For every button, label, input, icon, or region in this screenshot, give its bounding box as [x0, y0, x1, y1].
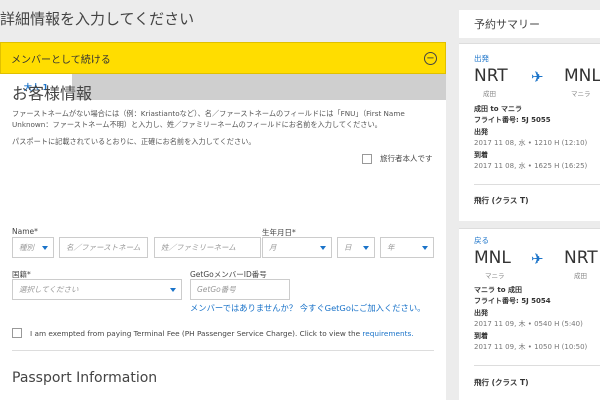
traveler-self-check[interactable]: 旅行者本人です [362, 153, 433, 164]
dob-day-value: 日 [344, 243, 352, 252]
outbound-flight-number: フライト番号: 5J 5055 [474, 116, 551, 124]
outbound-direction: 出発 [474, 54, 489, 63]
title-select[interactable]: 種別 [12, 237, 54, 258]
section-title: お客様情報 [12, 84, 93, 103]
terminal-fee-exempt: I am exempted from paying Terminal Fee (… [12, 328, 414, 338]
return-route: マニラ to 成田 [474, 286, 523, 294]
passport-section-title: Passport Information [12, 370, 158, 386]
dob-day-select[interactable]: 日 [337, 237, 375, 258]
traveler-self-label: 旅行者本人です [380, 154, 433, 163]
outbound-arrive-label: 到着 [474, 151, 488, 159]
getgo-placeholder: GetGo番号 [197, 285, 236, 294]
title-select-value: 種別 [19, 243, 34, 252]
return-direction: 戻る [474, 236, 489, 245]
first-name-input[interactable]: 名／ファーストネーム [59, 237, 148, 258]
getgo-input[interactable]: GetGo番号 [190, 279, 290, 300]
first-name-note: ファーストネームがない場合には（例：Kriastiantoなど）、名／ファースト… [12, 109, 405, 129]
return-from-code: MNL [474, 248, 511, 268]
booking-summary-header: 予約サマリー [459, 10, 600, 38]
getgo-join-link[interactable]: メンバーではありませんか？ 今すぐGetGoにご加入ください。 [190, 302, 430, 314]
dob-month-select[interactable]: 月 [262, 237, 332, 258]
outbound-depart-label: 出発 [474, 128, 488, 136]
chevron-down-icon [170, 288, 176, 292]
collapse-minus-icon[interactable]: − [424, 52, 437, 65]
terminal-fee-text: I am exempted from paying Terminal Fee (… [30, 328, 361, 338]
outbound-arrive-time: 2017 11 08, 水 • 1625 H (16:25) [474, 162, 588, 170]
outbound-fare-class: 飛行 (クラス T) [474, 196, 529, 205]
section-divider [12, 350, 434, 351]
airplane-icon: ✈ [531, 250, 544, 268]
chevron-down-icon [320, 246, 326, 250]
outbound-flight-card: 出発 NRT 成田 ✈ MNL マニラ 成田 to マニラ フライト番号: 5J… [459, 43, 600, 221]
passport-name-note: パスポートに記載されているとおりに、正確にお名前を入力してください。 [12, 137, 256, 146]
outbound-from-code: NRT [474, 66, 508, 86]
traveler-self-checkbox[interactable] [362, 153, 372, 164]
chevron-down-icon [42, 246, 48, 250]
airplane-icon: ✈ [531, 68, 544, 86]
return-arrive-time: 2017 11 09, 木 • 1050 H (10:50) [474, 343, 588, 351]
dob-year-select[interactable]: 年 [380, 237, 434, 258]
outbound-depart-time: 2017 11 08, 水 • 1210 H (12:10) [474, 139, 588, 147]
member-bar[interactable]: メンバーとして続ける − [0, 42, 446, 74]
return-to-code: NRT [564, 248, 598, 268]
return-from-city: マニラ [485, 272, 505, 280]
member-bar-label: メンバーとして続ける [11, 54, 111, 66]
return-arrive-label: 到着 [474, 332, 488, 340]
booking-summary-title: 予約サマリー [474, 18, 540, 31]
tabs-filler [72, 74, 446, 100]
requirements-link[interactable]: requirements. [362, 329, 413, 338]
chevron-down-icon [422, 246, 428, 250]
outbound-fare-divider [474, 184, 600, 185]
return-to-city: 成田 [574, 272, 587, 280]
first-name-placeholder: 名／ファーストネーム [66, 243, 141, 252]
outbound-route: 成田 to マニラ [474, 105, 523, 113]
return-flight-number: フライト番号: 5J 5054 [474, 297, 551, 305]
dob-month-value: 月 [269, 243, 277, 252]
last-name-placeholder: 姓／ファミリーネーム [161, 243, 236, 252]
return-depart-label: 出発 [474, 309, 488, 317]
last-name-input[interactable]: 姓／ファミリーネーム [154, 237, 261, 258]
return-flight-card: 戻る MNL マニラ ✈ NRT 成田 マニラ to 成田 フライト番号: 5J… [459, 228, 600, 400]
return-fare-class: 飛行 (クラス T) [474, 378, 529, 387]
outbound-to-code: MNL [564, 66, 600, 86]
nationality-value: 選択してください [19, 285, 79, 294]
outbound-to-city: マニラ [571, 90, 591, 98]
page-title: 詳細情報を入力してください [0, 10, 195, 28]
return-depart-time: 2017 11 09, 木 • 0540 H (5:40) [474, 320, 583, 328]
dob-year-value: 年 [387, 243, 395, 252]
chevron-down-icon [363, 246, 369, 250]
terminal-fee-checkbox[interactable] [12, 328, 22, 338]
outbound-from-city: 成田 [483, 90, 496, 98]
return-fare-divider [474, 365, 600, 366]
nationality-select[interactable]: 選択してください [12, 279, 182, 300]
name-label: Name* [12, 227, 38, 236]
